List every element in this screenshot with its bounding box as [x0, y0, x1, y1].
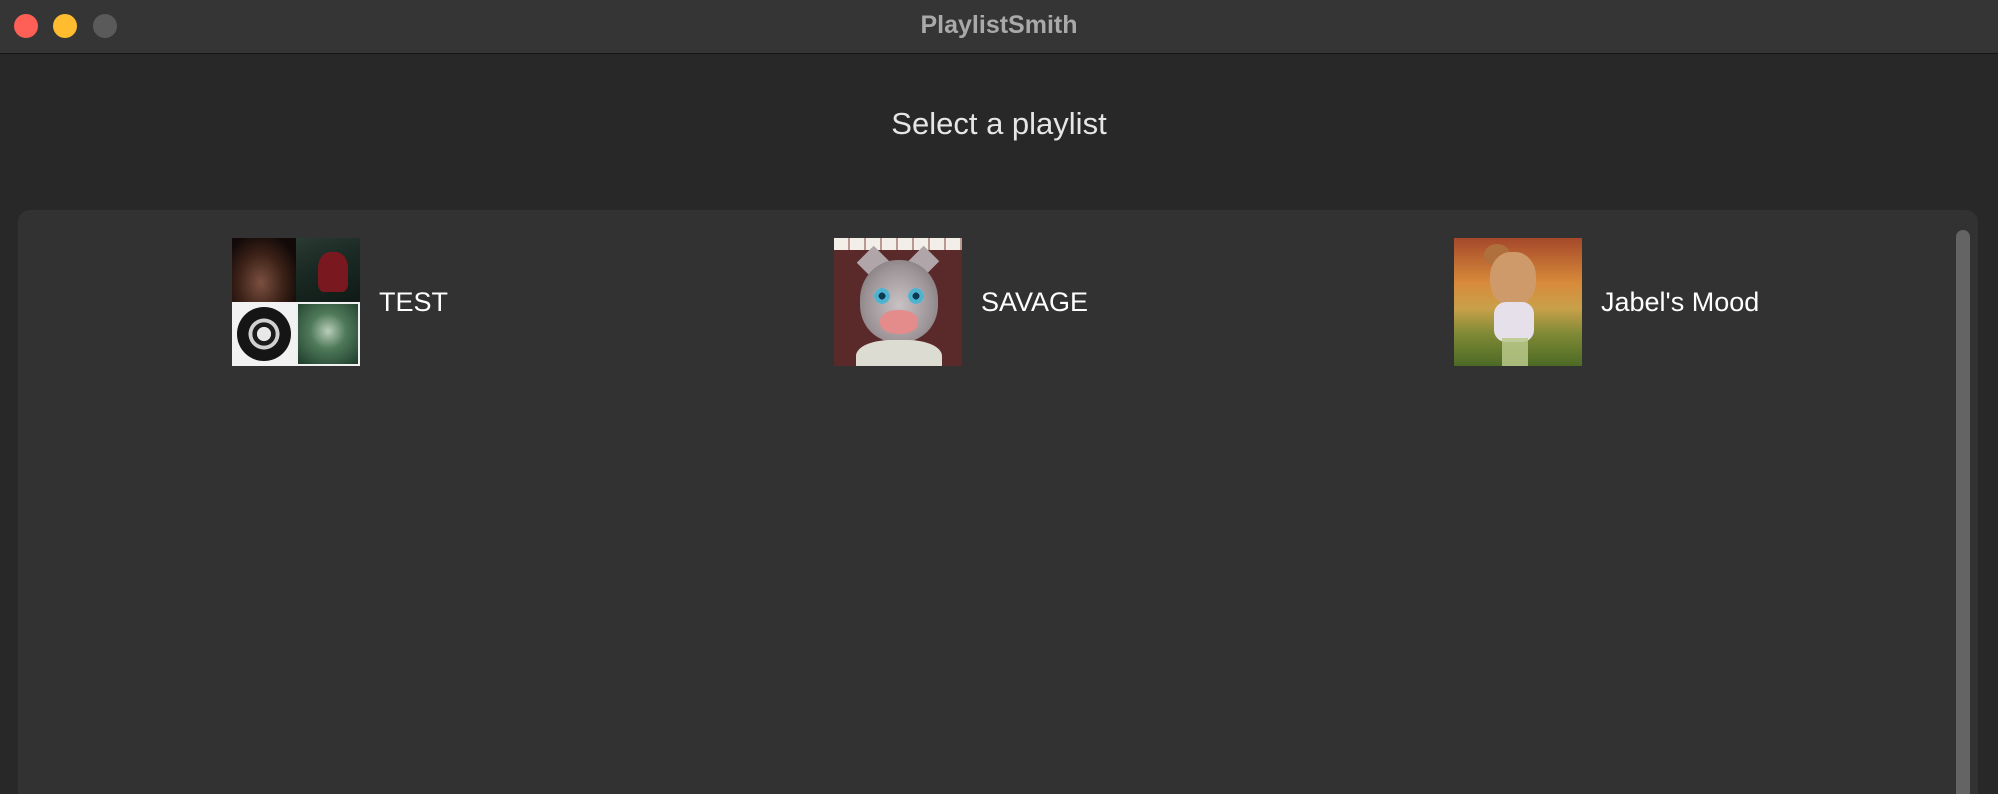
window-title: PlaylistSmith: [920, 11, 1078, 39]
title-bar: PlaylistSmith: [0, 0, 1998, 54]
playlist-name: Jabel's Mood: [1601, 286, 1760, 317]
playlist-cover-image: [1454, 238, 1582, 366]
playlist-list: TEST SAVAGE Jabel's Mood: [18, 210, 1978, 794]
playlist-name: SAVAGE: [981, 286, 1089, 317]
page-heading: Select a playlist: [891, 106, 1107, 141]
playlist-item-savage[interactable]: SAVAGE: [834, 238, 1088, 366]
playlist-item-test[interactable]: TEST: [232, 238, 448, 366]
playlist-cover-image: [834, 238, 962, 366]
playlist-item-jabels-mood[interactable]: Jabel's Mood: [1454, 238, 1759, 366]
playlist-cover-image: [232, 238, 360, 366]
app-window: PlaylistSmith Select a playlist TEST SAV…: [0, 0, 1998, 794]
vertical-scrollbar[interactable]: [1956, 230, 1970, 794]
playlist-name: TEST: [379, 286, 449, 317]
